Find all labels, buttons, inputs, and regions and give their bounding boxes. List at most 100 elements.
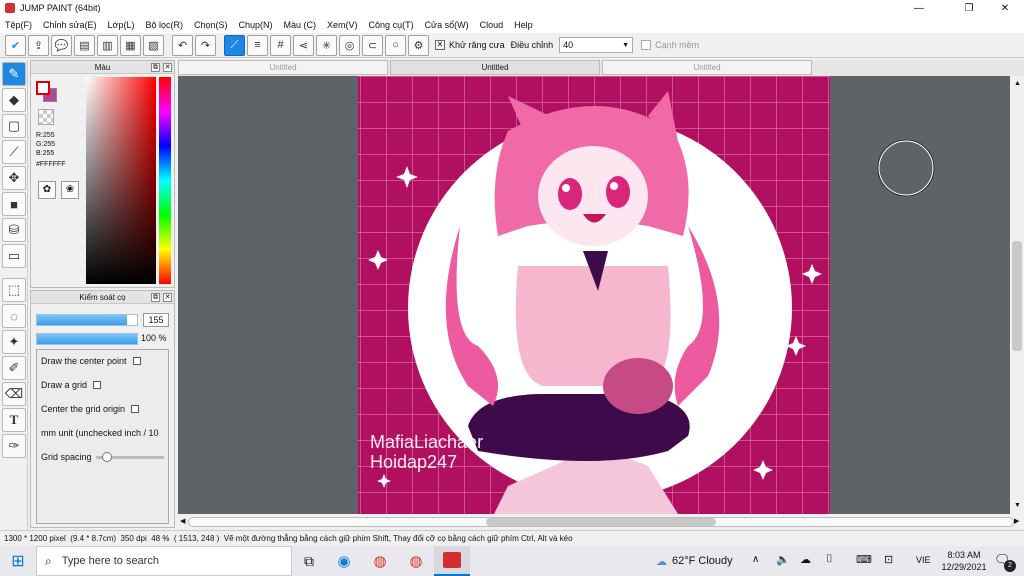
circle-snap-icon[interactable]: ○	[385, 34, 406, 56]
gear-icon[interactable]: ⚙	[408, 34, 429, 56]
ime-icon[interactable]: ⊡	[884, 553, 893, 566]
option-draw-grid-checkbox[interactable]	[93, 381, 102, 389]
clock[interactable]: 8:03 AM 12/29/2021	[938, 549, 990, 573]
speaker-icon[interactable]: 🔈	[776, 553, 790, 566]
line-tool-icon[interactable]: ⟋	[2, 140, 26, 164]
close-button[interactable]: ✕	[990, 0, 1020, 16]
menu-file[interactable]: Tệp(F)	[5, 20, 32, 30]
edge-browser-icon[interactable]: ◉	[326, 552, 362, 570]
grid-spacing-thumb[interactable]	[101, 451, 112, 462]
menu-view[interactable]: Xem(V)	[327, 20, 358, 30]
close-icon[interactable]: ✕	[163, 293, 172, 302]
eyedropper-tool-icon[interactable]: ✑	[2, 434, 26, 458]
jump-paint-taskbar-icon[interactable]	[434, 546, 470, 576]
chevron-up-icon[interactable]: ∧	[752, 554, 759, 565]
option-mm-unit[interactable]: mm unit (unchecked inch / 10	[41, 428, 164, 438]
minimize-button[interactable]: —	[904, 0, 934, 16]
menu-tools[interactable]: Công cụ(T)	[369, 20, 414, 30]
text-tool-icon[interactable]: T	[2, 408, 26, 432]
fill-rect-tool-icon[interactable]: ■	[2, 192, 26, 216]
brush-tool-icon[interactable]: ✎	[2, 62, 26, 86]
language-indicator[interactable]: VIE	[916, 555, 931, 565]
canvas-area[interactable]: MafiaLiachaer Hoidap247	[178, 76, 1010, 546]
grid-snap-icon[interactable]: #	[270, 34, 291, 56]
tab-untitled-3[interactable]: Untitled	[602, 60, 812, 75]
onedrive-icon[interactable]: ☁	[800, 553, 811, 566]
scroll-down-icon[interactable]: ▼	[1014, 502, 1021, 509]
option-draw-grid[interactable]: Draw a grid	[41, 380, 164, 390]
hue-slider[interactable]	[159, 77, 171, 284]
line-snap-icon[interactable]: ⟋	[224, 34, 245, 56]
redo-icon[interactable]: ↷	[195, 34, 216, 56]
color-wheel-icon[interactable]: ❀	[61, 181, 79, 199]
menu-capture[interactable]: Chụp(N)	[239, 20, 273, 30]
menu-filter[interactable]: Bộ lọc(R)	[145, 20, 183, 30]
vertical-scrollbar[interactable]: ▲ ▼	[1010, 76, 1024, 514]
undock-icon[interactable]: ⧉	[151, 293, 160, 302]
parallel-lines-icon[interactable]: ≡	[247, 34, 268, 56]
palette-icon[interactable]: ✿	[38, 181, 56, 199]
export-icon[interactable]: ⇪	[28, 34, 49, 56]
menu-color[interactable]: Màu (C)	[284, 20, 317, 30]
menu-edit[interactable]: Chỉnh sửa(E)	[43, 20, 97, 30]
grid-settings-icon[interactable]: ▧	[143, 34, 164, 56]
option-center-point-checkbox[interactable]	[132, 357, 141, 365]
scroll-up-icon[interactable]: ▲	[1014, 80, 1021, 87]
task-view-icon[interactable]: ⧉	[292, 553, 326, 570]
brush-size-value[interactable]: 155	[143, 313, 169, 327]
comment-icon[interactable]: 💬	[51, 34, 72, 56]
perspective-icon[interactable]: ⋖	[293, 34, 314, 56]
weather-widget[interactable]: ☁ 62°F Cloudy	[656, 546, 733, 576]
lasso-tool-icon[interactable]: ◌	[2, 304, 26, 328]
chrome-profile-icon[interactable]: ◍	[398, 552, 434, 570]
menu-select[interactable]: Chọn(S)	[194, 20, 228, 30]
start-button[interactable]: ⊞	[0, 546, 36, 576]
option-center-point[interactable]: Draw the center point	[41, 356, 164, 366]
chrome-icon[interactable]: ◍	[362, 552, 398, 570]
document-icon[interactable]: ▥	[97, 34, 118, 56]
grid-spacing-slider[interactable]	[95, 451, 164, 462]
undock-icon[interactable]: ⧉	[151, 63, 160, 72]
curve-icon[interactable]: ⊂	[362, 34, 383, 56]
artwork-canvas[interactable]: MafiaLiachaer Hoidap247	[178, 76, 1010, 546]
concentric-icon[interactable]: ◎	[339, 34, 360, 56]
soft-edge-checkbox[interactable]: Cạnh mềm	[641, 40, 699, 50]
option-center-grid-checkbox[interactable]	[131, 405, 140, 413]
adjust-input[interactable]: 40 ▼	[559, 37, 634, 53]
chevron-down-icon[interactable]: ▼	[622, 42, 629, 49]
restore-button[interactable]: ❐	[954, 0, 984, 16]
soft-edge-check[interactable]	[641, 40, 652, 50]
radial-icon[interactable]: ✳	[316, 34, 337, 56]
transparent-swatch[interactable]	[38, 109, 54, 125]
rectangle-tool-icon[interactable]: ▢	[2, 114, 26, 138]
magic-wand-tool-icon[interactable]: ✦	[2, 330, 26, 354]
bucket-tool-icon[interactable]: ⛁	[2, 218, 26, 242]
menu-layer[interactable]: Lớp(L)	[108, 20, 135, 30]
antialias-checkbox[interactable]: ✕ Khử răng cưa	[435, 40, 505, 50]
opacity-slider[interactable]	[36, 333, 138, 345]
network-icon[interactable]: ⌷	[826, 553, 833, 566]
layout-icon[interactable]: ▦	[120, 34, 141, 56]
chat-icon[interactable]: ▤	[74, 34, 95, 56]
tab-untitled-1[interactable]: Untitled	[178, 60, 388, 75]
close-icon[interactable]: ✕	[163, 63, 172, 72]
menu-window[interactable]: Cửa sổ(W)	[425, 20, 469, 30]
option-center-grid[interactable]: Center the grid origin	[41, 404, 164, 414]
primary-color-swatch[interactable]	[36, 81, 50, 95]
select-eraser-tool-icon[interactable]: ⌫	[2, 382, 26, 406]
select-rect-tool-icon[interactable]: ⬚	[2, 278, 26, 302]
eraser-tool-icon[interactable]: ◆	[2, 88, 26, 112]
move-tool-icon[interactable]: ✥	[2, 166, 26, 190]
scroll-right-icon[interactable]: ▶	[1014, 517, 1019, 525]
horizontal-scrollbar[interactable]: ◀ ▶	[178, 514, 1024, 530]
keyboard-icon[interactable]: ⌨	[856, 553, 872, 566]
menu-help[interactable]: Help	[514, 20, 533, 30]
saturation-value-picker[interactable]	[86, 77, 156, 284]
taskbar-search[interactable]: ⌕ Type here to search	[36, 546, 292, 576]
scroll-left-icon[interactable]: ◀	[180, 517, 185, 525]
brush-size-slider[interactable]	[36, 314, 138, 326]
undo-icon[interactable]: ↶	[172, 34, 193, 56]
cloud-sync-icon[interactable]: ✔	[5, 34, 26, 56]
vertical-scroll-thumb[interactable]	[1012, 241, 1022, 351]
gradient-tool-icon[interactable]: ▭	[2, 244, 26, 268]
